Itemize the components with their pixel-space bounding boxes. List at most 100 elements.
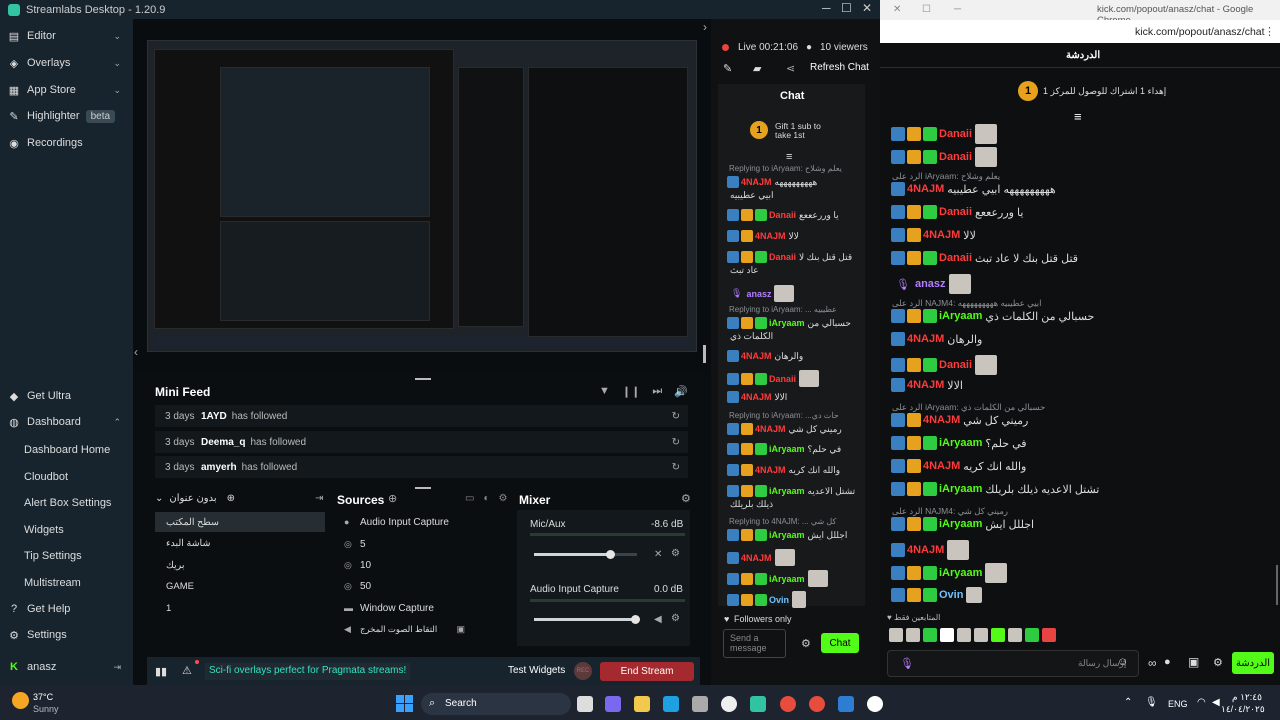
chat-user[interactable]: Ovin (769, 595, 789, 605)
settings-icon[interactable]: ⚙ (499, 493, 508, 504)
chat-user[interactable]: 4NAJM (907, 544, 944, 556)
replay-icon[interactable]: ↻ (672, 437, 680, 448)
emote-icon[interactable] (940, 628, 954, 642)
chat-user[interactable]: 4NAJM (907, 333, 944, 345)
gear-icon[interactable]: ⚙ (671, 613, 680, 624)
minimize-icon[interactable]: ─ (954, 4, 961, 15)
volume-icon[interactable]: 🔊 (674, 385, 688, 398)
close-icon[interactable]: ✕ (893, 4, 901, 15)
task-view-icon[interactable] (577, 696, 593, 712)
weather-desc[interactable]: Sunny (33, 704, 59, 714)
chevron-right-icon[interactable]: › (703, 20, 707, 34)
gear-icon[interactable]: ⚙ (1213, 656, 1223, 669)
chat-user[interactable]: Danaii (939, 128, 972, 140)
emote-icon[interactable] (974, 628, 988, 642)
sidebar-subitem-multistream[interactable]: Multistream (24, 577, 81, 589)
chat-user[interactable]: anasz (915, 278, 946, 290)
clock-time[interactable]: ١٢:٤٥ م (1232, 692, 1262, 703)
filter-icon[interactable]: ◐ (483, 493, 489, 504)
pause-icon[interactable]: ❙❙ (622, 385, 640, 398)
refresh-chat-button[interactable]: Refresh Chat (810, 62, 869, 73)
store-icon[interactable] (692, 696, 708, 712)
chat-user[interactable]: iAryaam (769, 530, 805, 540)
chat-user[interactable]: Danaii (769, 374, 796, 384)
file-explorer-icon[interactable] (634, 696, 650, 712)
chat-user[interactable]: 4NAJM (755, 424, 786, 434)
sidebar-item-overlays[interactable]: ◈ Overlays ⌄ (0, 51, 133, 75)
skip-icon[interactable]: ⏭ (652, 385, 662, 398)
chat-user[interactable]: iAryaam (769, 318, 805, 328)
volume-knob[interactable] (631, 615, 640, 624)
sidebar-user[interactable]: Kanasz ⇥ (0, 655, 133, 679)
url-text[interactable]: kick.com/popout/anasz/chat (1135, 26, 1265, 38)
scene-item[interactable]: 1 (155, 598, 325, 618)
share-icon[interactable]: ⋖ (786, 62, 795, 75)
rec-button[interactable]: REC (574, 662, 592, 680)
sidebar-subitem-alert-box[interactable]: Alert Box Settings (24, 497, 111, 509)
chat-user[interactable]: 4NAJM (741, 392, 772, 402)
more-icon[interactable]: ⋮ (1264, 25, 1275, 38)
chat-user[interactable]: Danaii (939, 151, 972, 163)
end-stream-button[interactable]: End Stream (600, 662, 694, 681)
gift-text[interactable]: Gift 1 sub to take 1st (775, 122, 835, 140)
edge-icon[interactable] (663, 696, 679, 712)
windows-start-icon[interactable] (396, 695, 413, 712)
replay-icon[interactable]: ↻ (672, 411, 680, 422)
chat-user[interactable]: Danaii (769, 210, 796, 220)
source-item[interactable]: ◎ 5 (338, 534, 505, 554)
folder-icon[interactable]: ▭ (465, 493, 474, 504)
source-item[interactable]: ◀ التقاط الصوت المخرج ▣ (338, 619, 505, 639)
chat-user[interactable]: 4NAJM (741, 553, 772, 563)
volume-knob[interactable] (606, 550, 615, 559)
emote-icon[interactable] (991, 628, 1005, 642)
chat-icon[interactable]: ▰ (753, 62, 761, 75)
taskbar-search[interactable]: ⌕ Search (421, 693, 571, 715)
gear-icon[interactable]: ⚙ (801, 637, 811, 650)
stream-preview[interactable] (147, 40, 697, 352)
app-icon[interactable] (838, 696, 854, 712)
chrome-icon[interactable] (780, 696, 796, 712)
emote-icon[interactable] (1025, 628, 1039, 642)
chat-user[interactable]: 4NAJM (755, 465, 786, 475)
sidebar-item-get-help[interactable]: ? Get Help (0, 597, 133, 621)
chat-user[interactable]: 4NAJM (923, 229, 960, 241)
emote-icon[interactable] (889, 628, 903, 642)
replay-icon[interactable]: ↻ (672, 462, 680, 473)
chrome-icon[interactable] (809, 696, 825, 712)
edit-icon[interactable]: ✎ (723, 62, 732, 75)
sidebar-item-highlighter[interactable]: ✎ Highlighter beta (0, 104, 133, 128)
speaker-icon[interactable]: ◀ (654, 614, 662, 625)
source-item[interactable]: ◎ 10 (338, 555, 505, 575)
scene-transition-icon[interactable]: ⇥ (315, 493, 323, 504)
scrollbar[interactable] (1276, 565, 1278, 605)
chat-user[interactable]: Danaii (769, 252, 796, 262)
add-source-icon[interactable]: ⊕ (388, 492, 397, 505)
emote-icon[interactable] (1042, 628, 1056, 642)
sidebar-item-get-ultra[interactable]: ◆ Get Ultra (0, 384, 133, 408)
chat-user[interactable]: Ovin (939, 589, 963, 601)
gear-icon[interactable]: ⚙ (681, 492, 691, 505)
chat-input[interactable]: Send a message (723, 629, 786, 658)
pinned-icon[interactable]: ≡ (1074, 109, 1082, 124)
volume-slider[interactable] (534, 618, 637, 621)
kick-send-button[interactable]: الدردشة (1232, 652, 1274, 674)
chat-user[interactable]: Danaii (939, 206, 972, 218)
chat-user[interactable]: iAryaam (939, 567, 982, 579)
maximize-icon[interactable]: ☐ (841, 1, 852, 15)
source-item[interactable]: ● Audio Input Capture (338, 512, 505, 532)
sidebar-subitem-dashboard-home[interactable]: Dashboard Home (24, 444, 110, 456)
chat-user[interactable]: iAryaam (769, 574, 805, 584)
maximize-icon[interactable]: ☐ (922, 4, 931, 15)
language-indicator[interactable]: ENG (1168, 699, 1188, 709)
emoji-icon[interactable]: ☺ (1117, 656, 1128, 668)
volume-icon[interactable]: ◀ (1212, 697, 1220, 708)
chat-user[interactable]: iAryaam (939, 437, 982, 449)
emote-icon[interactable] (1008, 628, 1022, 642)
drag-handle[interactable] (415, 487, 431, 489)
chat-user[interactable]: iAryaam (939, 483, 982, 495)
source-item[interactable]: ◎ 50 (338, 576, 505, 596)
chat-user[interactable]: 4NAJM (907, 379, 944, 391)
mic-icon[interactable]: 🎙 (1145, 697, 1158, 708)
scene-item[interactable]: بريك (155, 555, 325, 575)
sidebar-item-dashboard[interactable]: ◍ Dashboard ⌃ (0, 410, 133, 434)
